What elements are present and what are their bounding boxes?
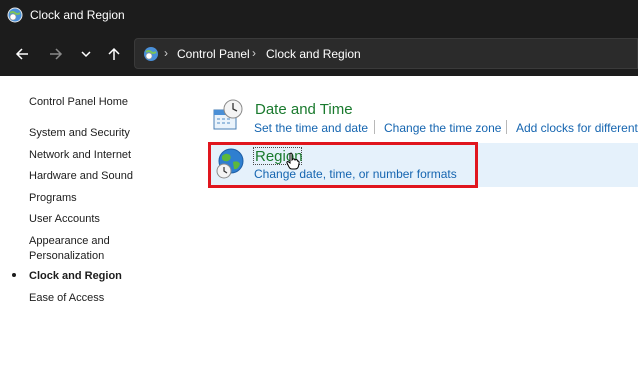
arrow-right-icon — [50, 48, 63, 60]
annotation-highlight-box — [208, 142, 478, 188]
chevron-down-icon — [81, 51, 91, 58]
sidebar-item-user-accounts[interactable]: User Accounts — [29, 212, 100, 227]
change-time-zone-link[interactable]: Change the time zone — [384, 121, 501, 135]
up-button[interactable] — [104, 44, 124, 64]
add-clocks-link[interactable]: Add clocks for different — [516, 121, 638, 135]
set-time-and-date-link[interactable]: Set the time and date — [254, 121, 368, 135]
forward-button[interactable] — [46, 44, 66, 64]
sidebar-item-network-and-internet[interactable]: Network and Internet — [29, 148, 131, 163]
sidebar-item-hardware-and-sound[interactable]: Hardware and Sound — [29, 169, 133, 184]
sidebar-item-ease-of-access[interactable]: Ease of Access — [29, 291, 104, 306]
arrow-left-icon — [15, 48, 28, 60]
address-bar[interactable]: › Control Panel › Clock and Region — [134, 38, 638, 69]
sidebar-item-programs[interactable]: Programs — [29, 191, 77, 206]
arrow-up-icon — [108, 47, 120, 60]
link-separator — [506, 120, 507, 134]
control-panel-icon — [7, 7, 23, 23]
navigation-bar: › Control Panel › Clock and Region — [0, 31, 638, 76]
window-title: Clock and Region — [30, 8, 125, 22]
sidebar-item-appearance-and-personalization[interactable]: Appearance and Personalization — [29, 234, 110, 264]
date-time-icon[interactable] — [212, 99, 244, 131]
control-panel-icon — [144, 47, 158, 61]
sidebar-item-clock-and-region[interactable]: Clock and Region — [29, 269, 122, 284]
back-button[interactable] — [12, 44, 32, 64]
sidebar-item-label-line1: Appearance and — [29, 235, 110, 247]
chevron-right-icon: › — [164, 46, 168, 60]
sidebar-home-link[interactable]: Control Panel Home — [29, 95, 128, 110]
breadcrumb-control-panel[interactable]: Control Panel — [177, 47, 250, 61]
link-separator — [374, 120, 375, 134]
title-bar: Clock and Region — [0, 0, 638, 31]
hand-cursor-icon — [286, 152, 300, 170]
current-section-bullet — [12, 273, 16, 277]
date-and-time-title[interactable]: Date and Time — [255, 101, 353, 118]
breadcrumb-clock-and-region[interactable]: Clock and Region — [266, 47, 361, 61]
sidebar-item-label-line2: Personalization — [29, 250, 105, 262]
recent-locations-button[interactable] — [76, 44, 96, 64]
chevron-right-icon: › — [252, 46, 256, 60]
sidebar-item-system-and-security[interactable]: System and Security — [29, 126, 130, 141]
